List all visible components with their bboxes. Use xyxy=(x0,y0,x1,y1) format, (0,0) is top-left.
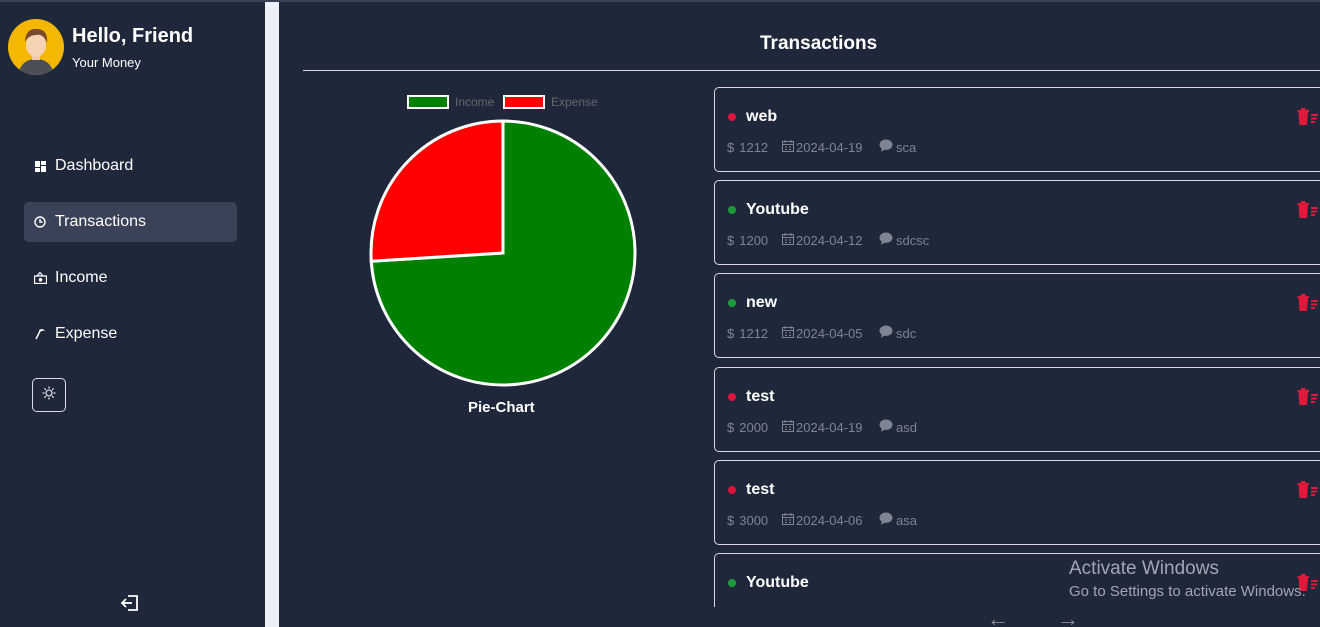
nav-item-income[interactable]: Income xyxy=(24,258,237,298)
transaction-note: sdc xyxy=(896,325,917,341)
transaction-date: 2024-04-05 xyxy=(796,325,863,341)
transaction-date: 2024-04-19 xyxy=(796,139,863,155)
transaction-name: new xyxy=(746,294,778,311)
calendar-icon xyxy=(782,512,794,528)
nav-item-expense[interactable]: Expense xyxy=(24,314,237,354)
expense-icon xyxy=(33,327,47,341)
transaction-item: Youtube $1200 2024-04-12 sdcsc xyxy=(714,180,1320,265)
dollar-icon: $ xyxy=(727,419,735,435)
arrow-right-icon: → xyxy=(1057,606,1079,627)
comment-icon xyxy=(879,419,893,435)
calendar-icon xyxy=(782,325,794,341)
transaction-name: Youtube xyxy=(746,574,809,591)
nav-item-transactions[interactable]: Transactions xyxy=(24,202,237,242)
logout-icon xyxy=(119,595,141,618)
comment-icon xyxy=(879,325,893,341)
transaction-name: test xyxy=(746,481,775,498)
transaction-date: 2024-04-06 xyxy=(796,512,863,528)
status-dot xyxy=(728,393,736,401)
transaction-item: new $1212 2024-04-05 sdc xyxy=(714,273,1320,358)
delete-button[interactable] xyxy=(1297,481,1319,499)
sidebar: Hello, Friend Your Money Dashboard Trans… xyxy=(0,2,265,627)
dollar-icon: $ xyxy=(727,325,735,341)
watermark-line-1: Activate Windows xyxy=(1069,558,1219,579)
pie-chart xyxy=(340,88,670,418)
transaction-amount: 1212 xyxy=(739,139,769,155)
pie-slice-expense[interactable] xyxy=(369,119,505,263)
status-dot xyxy=(728,579,736,587)
title-divider xyxy=(303,70,1320,71)
arrow-left-icon: ← xyxy=(987,606,1009,627)
theme-toggle-button[interactable] xyxy=(32,378,66,412)
nav-item-dashboard[interactable]: Dashboard xyxy=(24,146,237,186)
calendar-icon xyxy=(782,139,794,155)
trash-icon xyxy=(1297,201,1318,218)
delete-button[interactable] xyxy=(1297,108,1319,126)
pie-chart-svg xyxy=(369,119,637,387)
nav-label: Expense xyxy=(55,325,118,342)
watermark-line-2: Go to Settings to activate Windows. xyxy=(1069,583,1306,600)
comment-icon xyxy=(879,139,893,155)
transaction-note: sdcsc xyxy=(896,232,930,248)
transaction-name: Youtube xyxy=(746,201,809,218)
avatar xyxy=(8,19,64,75)
sun-icon xyxy=(42,386,56,405)
transaction-amount: 2000 xyxy=(739,419,769,435)
status-dot xyxy=(728,486,736,494)
transaction-name: test xyxy=(746,388,775,405)
transaction-note: asa xyxy=(896,512,917,528)
calendar-icon xyxy=(782,232,794,248)
transaction-item: web $1212 2024-04-19 sca xyxy=(714,87,1320,172)
greeting: Hello, Friend xyxy=(72,25,194,47)
dollar-icon: $ xyxy=(727,232,735,248)
calendar-icon xyxy=(782,419,794,435)
next-page-button[interactable]: → xyxy=(1057,606,1079,627)
divider-gutter xyxy=(265,2,279,627)
nav-label: Transactions xyxy=(55,213,146,230)
nav-label: Income xyxy=(55,269,108,286)
transaction-name: web xyxy=(746,108,778,125)
dollar-icon: $ xyxy=(727,512,735,528)
previous-page-button[interactable]: ← xyxy=(987,606,1009,627)
transaction-date: 2024-04-12 xyxy=(796,232,863,248)
activate-windows-watermark: Activate Windows Go to Settings to activ… xyxy=(1069,558,1306,600)
status-dot xyxy=(728,206,736,214)
transaction-amount: 3000 xyxy=(739,512,769,528)
trash-icon xyxy=(1297,481,1318,498)
transaction-amount: 1200 xyxy=(739,232,769,248)
transaction-meta: $1212 2024-04-19 sca xyxy=(727,139,916,155)
transactions-icon xyxy=(33,215,47,229)
delete-button[interactable] xyxy=(1297,201,1319,219)
delete-button[interactable] xyxy=(1297,388,1319,406)
subtitle: Your Money xyxy=(72,55,141,70)
transaction-note: asd xyxy=(896,419,917,435)
transaction-amount: 1212 xyxy=(739,325,769,341)
dashboard-icon xyxy=(33,159,47,173)
trash-icon xyxy=(1297,294,1318,311)
chart-title: Pie-Chart xyxy=(468,399,535,416)
transaction-meta: $1212 2024-04-05 sdc xyxy=(727,325,916,341)
logout-button[interactable] xyxy=(119,592,141,614)
transaction-item: test $2000 2024-04-19 asd xyxy=(714,367,1320,452)
transaction-meta: $2000 2024-04-19 asd xyxy=(727,419,917,435)
transaction-note: sca xyxy=(896,139,917,155)
comment-icon xyxy=(879,512,893,528)
transaction-item: test $3000 2024-04-06 asa xyxy=(714,460,1320,545)
transaction-date: 2024-04-19 xyxy=(796,419,863,435)
trash-icon xyxy=(1297,388,1318,405)
transaction-meta: $3000 2024-04-06 asa xyxy=(727,512,917,528)
dollar-icon: $ xyxy=(727,139,735,155)
income-icon xyxy=(33,271,47,285)
page-title: Transactions xyxy=(760,33,878,54)
comment-icon xyxy=(879,232,893,248)
status-dot xyxy=(728,299,736,307)
nav-label: Dashboard xyxy=(55,157,134,174)
transaction-list: web $1212 2024-04-19 sca Youtube $1200 2… xyxy=(714,87,1320,607)
transaction-meta: $1200 2024-04-12 sdcsc xyxy=(727,232,929,248)
delete-button[interactable] xyxy=(1297,294,1319,312)
trash-icon xyxy=(1297,108,1318,125)
status-dot xyxy=(728,113,736,121)
